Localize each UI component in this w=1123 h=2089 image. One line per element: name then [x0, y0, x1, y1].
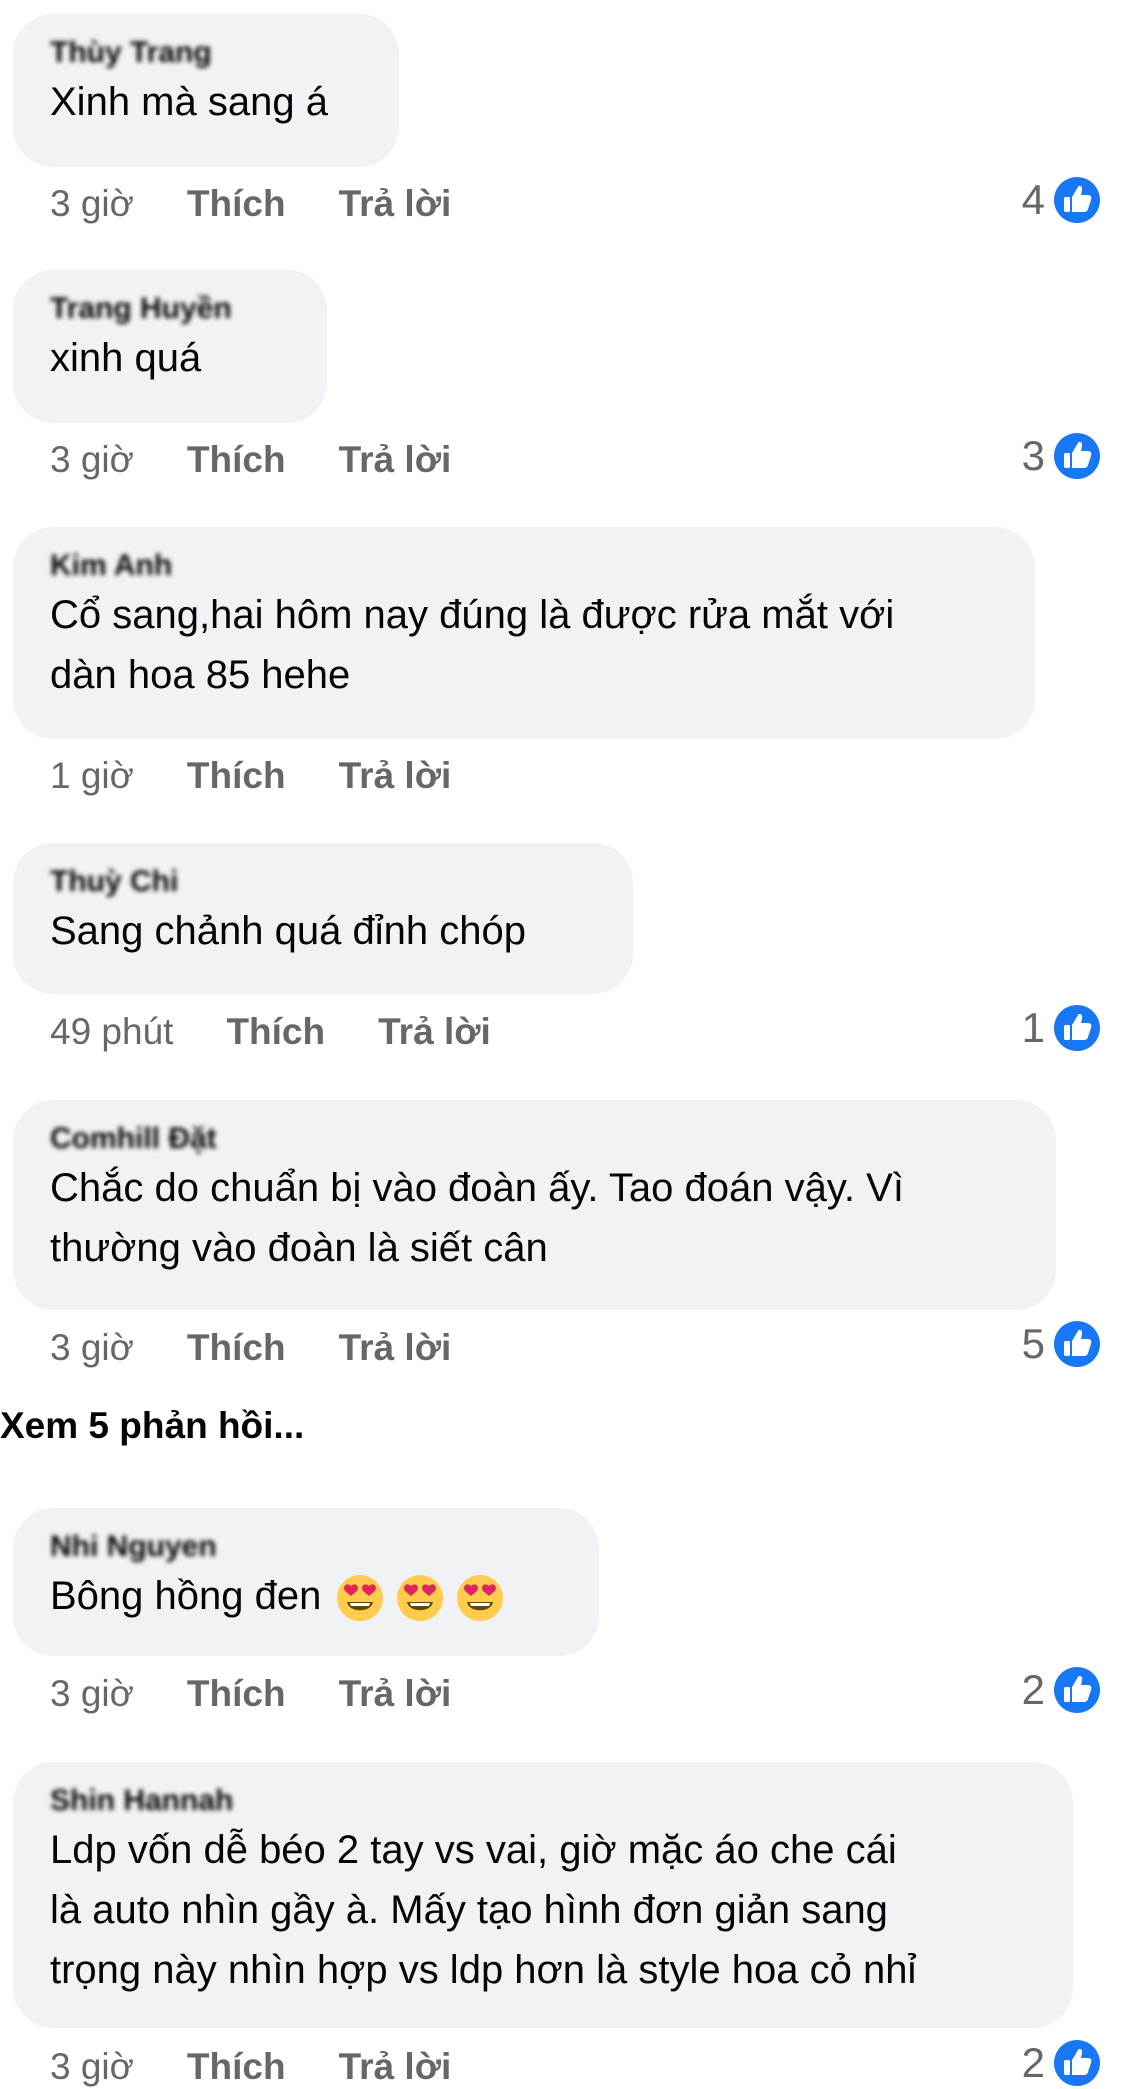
reaction-count[interactable]: 4 — [1022, 175, 1101, 225]
comment-author[interactable]: Comhill Đặt — [50, 1122, 1032, 1156]
comment-bubble: Shin Hannah Ldp vốn dễ béo 2 tay vs vai,… — [13, 1762, 1073, 2028]
comment-author[interactable]: Thùy Trang — [50, 36, 375, 70]
comment-text: Xinh mà sang á — [50, 80, 328, 124]
like-icon — [1054, 1321, 1100, 1367]
like-button[interactable]: Thích — [187, 438, 286, 482]
comment-actions: 3 giờ Thích Trả lời — [50, 2045, 451, 2089]
comment-time[interactable]: 49 phút — [50, 1010, 173, 1054]
comment-text: Sang chảnh quá đỉnh chóp — [50, 909, 526, 953]
heart-eyes-emoji-icon — [457, 1575, 504, 1622]
comment-text-line: Ldp vốn dễ béo 2 tay vs vai, giờ mặc áo … — [50, 1828, 897, 1872]
like-icon — [1054, 177, 1100, 223]
comment-bubble: Thùy Trang Xinh mà sang á — [13, 14, 399, 167]
emoji-group — [335, 1573, 505, 1623]
comment-actions: 1 giờ Thích Trả lời — [50, 754, 451, 798]
like-icon — [1054, 2040, 1100, 2086]
like-icon — [1054, 1667, 1100, 1713]
comment-bubble: Trang Huyền xinh quá — [13, 270, 327, 423]
like-button[interactable]: Thích — [187, 1672, 286, 1716]
reply-button[interactable]: Trả lời — [339, 1672, 452, 1716]
comment-actions: 49 phút Thích Trả lời — [50, 1010, 491, 1054]
reaction-count[interactable]: 3 — [1022, 431, 1101, 481]
like-icon — [1054, 433, 1100, 479]
comment-actions: 3 giờ Thích Trả lời — [50, 438, 451, 482]
reaction-count-number: 1 — [1021, 1004, 1045, 1051]
comment-author[interactable]: Nhi Nguyen — [50, 1530, 575, 1564]
like-icon — [1054, 1005, 1100, 1051]
reply-button[interactable]: Trả lời — [339, 1326, 452, 1370]
comment-time[interactable]: 3 giờ — [50, 438, 134, 482]
heart-eyes-emoji-icon — [337, 1575, 384, 1622]
like-button[interactable]: Thích — [187, 754, 286, 798]
comment-actions: 3 giờ Thích Trả lời — [50, 182, 451, 226]
reaction-count-number: 2 — [1021, 1666, 1045, 1713]
heart-eyes-emoji-icon — [397, 1575, 444, 1622]
like-button[interactable]: Thích — [187, 1326, 286, 1370]
reaction-count[interactable]: 2 — [1022, 1665, 1101, 1715]
comment-bubble: Comhill Đặt Chắc do chuẩn bị vào đoàn ấy… — [13, 1100, 1056, 1310]
comment-text-content: Bông hồng đen — [50, 1574, 322, 1618]
comment-actions: 3 giờ Thích Trả lời — [50, 1326, 451, 1370]
reaction-count-number: 4 — [1021, 176, 1045, 223]
comment-bubble: Thuỳ Chi Sang chảnh quá đỉnh chóp — [13, 843, 633, 994]
like-button[interactable]: Thích — [226, 1010, 325, 1054]
reaction-count-number: 3 — [1021, 432, 1045, 479]
comment-text-line: Chắc do chuẩn bị vào đoàn ấy. Tao đoán v… — [50, 1166, 904, 1210]
comment-time[interactable]: 3 giờ — [50, 2045, 134, 2089]
comment-time[interactable]: 1 giờ — [50, 754, 134, 798]
comment-text: xinh quá — [50, 336, 202, 380]
comment-actions: 3 giờ Thích Trả lời — [50, 1672, 451, 1716]
comment-text-line: trọng này nhìn hợp vs ldp hơn là style h… — [50, 1948, 917, 1992]
comment-text-line: thường vào đoàn là siết cân — [50, 1226, 548, 1270]
comment-bubble: Kim Anh Cổ sang,hai hôm nay đúng là được… — [13, 527, 1035, 739]
comment-time[interactable]: 3 giờ — [50, 1326, 134, 1370]
reaction-count[interactable]: 5 — [1022, 1319, 1101, 1369]
comment-author[interactable]: Shin Hannah — [50, 1784, 1049, 1818]
reply-button[interactable]: Trả lời — [378, 1010, 491, 1054]
view-more-replies-link[interactable]: Xem 5 phản hồi... — [0, 1405, 304, 1447]
comment-text: Bông hồng đen — [50, 1566, 575, 1626]
reaction-count-number: 5 — [1021, 1320, 1045, 1367]
like-button[interactable]: Thích — [187, 182, 286, 226]
comment-time[interactable]: 3 giờ — [50, 1672, 134, 1716]
reply-button[interactable]: Trả lời — [339, 754, 452, 798]
reaction-count-number: 2 — [1021, 2039, 1045, 2086]
comment-time[interactable]: 3 giờ — [50, 182, 134, 226]
comment-text-line: Cổ sang,hai hôm nay đúng là được rửa mắt… — [50, 593, 895, 637]
reaction-count[interactable]: 2 — [1022, 2038, 1101, 2088]
comment-text-line: là auto nhìn gầy à. Mấy tạo hình đơn giả… — [50, 1888, 888, 1932]
comment-bubble: Nhi Nguyen Bông hồng đen — [13, 1508, 599, 1656]
reply-button[interactable]: Trả lời — [339, 182, 452, 226]
comment-author[interactable]: Trang Huyền — [50, 292, 303, 326]
comment-text-line: dàn hoa 85 hehe — [50, 653, 351, 697]
comment-author[interactable]: Kim Anh — [50, 549, 1011, 583]
reply-button[interactable]: Trả lời — [339, 438, 452, 482]
like-button[interactable]: Thích — [187, 2045, 286, 2089]
reply-button[interactable]: Trả lời — [339, 2045, 452, 2089]
comment-author[interactable]: Thuỳ Chi — [50, 865, 609, 899]
reaction-count[interactable]: 1 — [1022, 1003, 1101, 1053]
